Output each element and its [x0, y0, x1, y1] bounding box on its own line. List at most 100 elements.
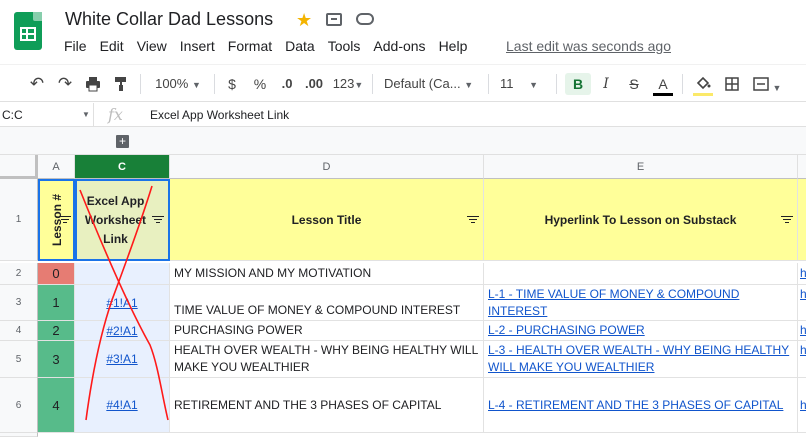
formula-input[interactable]: Excel App Worksheet Link: [150, 103, 289, 127]
select-all-corner[interactable]: [0, 155, 38, 179]
worksheet-link[interactable]: #3!A1: [106, 352, 137, 366]
filter-icon[interactable]: [781, 215, 793, 224]
header-worksheet-link[interactable]: Excel App Worksheet Link: [75, 179, 170, 261]
row-header-5[interactable]: 5: [0, 341, 38, 378]
worksheet-link-cell[interactable]: [75, 263, 170, 285]
worksheet-link-cell[interactable]: #2!A1: [75, 321, 170, 341]
menu-view[interactable]: View: [137, 38, 167, 58]
zoom-select[interactable]: 100% ▼: [148, 73, 208, 95]
cloud-status-icon[interactable]: [356, 13, 374, 25]
percent-button[interactable]: %: [250, 73, 270, 95]
overflow-link[interactable]: h: [800, 397, 806, 414]
lesson-title-cell[interactable]: MY MISSION AND MY MOTIVATION: [170, 263, 484, 285]
lesson-number-cell[interactable]: 4: [38, 378, 75, 433]
row-header-3[interactable]: 3: [0, 285, 38, 321]
column-header-d[interactable]: D: [170, 155, 484, 179]
text-color-swatch: [653, 93, 673, 96]
overflow-cell[interactable]: h: [798, 341, 806, 378]
paint-format-icon[interactable]: [110, 73, 132, 95]
substack-link[interactable]: L-4 - RETIREMENT AND THE 3 PHASES OF CAP…: [488, 397, 794, 414]
expand-group-button[interactable]: +: [116, 135, 129, 148]
lesson-title-cell[interactable]: TIME VALUE OF MONEY & COMPOUND INTEREST: [170, 285, 484, 321]
menu-data[interactable]: Data: [285, 38, 315, 58]
caret-down-icon[interactable]: ▼: [82, 103, 90, 127]
sheets-logo-icon[interactable]: [14, 12, 42, 50]
substack-link-cell[interactable]: [484, 263, 798, 285]
column-header-a[interactable]: A: [38, 155, 75, 179]
name-box[interactable]: C:C: [0, 103, 94, 127]
header-overflow-cell[interactable]: [798, 179, 806, 261]
print-icon[interactable]: [82, 73, 104, 95]
worksheet-link[interactable]: #4!A1: [106, 398, 137, 412]
menu-insert[interactable]: Insert: [180, 38, 215, 58]
star-icon[interactable]: ★: [296, 10, 312, 30]
header-lesson-title[interactable]: Lesson Title: [170, 179, 484, 261]
fill-color-icon[interactable]: [693, 73, 713, 95]
menu-file[interactable]: File: [64, 38, 87, 58]
overflow-link[interactable]: h: [800, 342, 806, 359]
substack-link-cell[interactable]: L-3 - HEALTH OVER WEALTH - WHY BEING HEA…: [484, 341, 798, 378]
column-header-e[interactable]: E: [484, 155, 798, 179]
bold-button[interactable]: B: [565, 73, 591, 95]
borders-icon[interactable]: [722, 73, 742, 95]
substack-link-cell[interactable]: L-2 - PURCHASING POWER: [484, 321, 798, 341]
overflow-link[interactable]: h: [800, 322, 806, 339]
row-header-2[interactable]: 2: [0, 263, 38, 285]
font-select[interactable]: Default (Ca... ▼: [384, 73, 480, 95]
menu-addons[interactable]: Add-ons: [373, 38, 425, 58]
lesson-title-cell[interactable]: PURCHASING POWER: [170, 321, 484, 341]
redo-icon[interactable]: ↷: [54, 73, 76, 95]
move-folder-icon[interactable]: [326, 13, 342, 26]
text-color-button[interactable]: A: [653, 73, 673, 95]
overflow-cell[interactable]: h: [798, 285, 806, 321]
row-header-7[interactable]: [0, 433, 38, 437]
substack-link-cell[interactable]: L-4 - RETIREMENT AND THE 3 PHASES OF CAP…: [484, 378, 798, 433]
menu-help[interactable]: Help: [439, 38, 468, 58]
substack-link[interactable]: L-2 - PURCHASING POWER: [488, 322, 794, 339]
undo-icon[interactable]: ↶: [26, 73, 48, 95]
more-formats-button[interactable]: 123▼: [330, 73, 366, 95]
filter-icon[interactable]: [152, 216, 164, 224]
menu-tools[interactable]: Tools: [328, 38, 361, 58]
header-lesson-number[interactable]: Lesson #: [38, 179, 75, 261]
menu-format[interactable]: Format: [228, 38, 272, 58]
overflow-cell[interactable]: h: [798, 263, 806, 285]
header-hyperlink[interactable]: Hyperlink To Lesson on Substack: [484, 179, 798, 261]
merge-cells-icon[interactable]: ▼: [750, 73, 784, 95]
document-title[interactable]: White Collar Dad Lessons: [65, 9, 273, 30]
decrease-decimal-button[interactable]: .0: [276, 73, 298, 95]
font-size-select[interactable]: 11 ▼: [500, 73, 550, 95]
lesson-number-cell[interactable]: 2: [38, 321, 75, 341]
lesson-title-cell[interactable]: RETIREMENT AND THE 3 PHASES OF CAPITAL: [170, 378, 484, 433]
overflow-cell[interactable]: h: [798, 378, 806, 433]
strikethrough-button[interactable]: S: [624, 73, 644, 95]
row-header-4[interactable]: 4: [0, 321, 38, 341]
overflow-link[interactable]: h: [800, 265, 806, 282]
lesson-title-cell[interactable]: HEALTH OVER WEALTH - WHY BEING HEALTHY W…: [170, 341, 484, 378]
row-header-1[interactable]: 1: [0, 179, 38, 261]
worksheet-link-cell[interactable]: #1!A1: [75, 285, 170, 321]
column-header-f[interactable]: [798, 155, 806, 179]
filter-icon[interactable]: [59, 216, 71, 224]
lesson-number-cell[interactable]: 1: [38, 285, 75, 321]
lesson-number-cell[interactable]: 3: [38, 341, 75, 378]
lesson-title-text: RETIREMENT AND THE 3 PHASES OF CAPITAL: [174, 398, 442, 412]
substack-link[interactable]: L-1 - TIME VALUE OF MONEY & COMPOUND INT…: [488, 286, 794, 320]
currency-button[interactable]: $: [222, 73, 242, 95]
substack-link[interactable]: L-3 - HEALTH OVER WEALTH - WHY BEING HEA…: [488, 342, 794, 376]
last-edit-link[interactable]: Last edit was seconds ago: [506, 38, 671, 54]
substack-link-cell[interactable]: L-1 - TIME VALUE OF MONEY & COMPOUND INT…: [484, 285, 798, 321]
overflow-cell[interactable]: h: [798, 321, 806, 341]
column-header-c[interactable]: C: [75, 155, 170, 179]
row-header-6[interactable]: 6: [0, 378, 38, 433]
lesson-number-cell[interactable]: 0: [38, 263, 75, 285]
overflow-link[interactable]: h: [800, 286, 806, 303]
worksheet-link-cell[interactable]: #4!A1: [75, 378, 170, 433]
worksheet-link[interactable]: #2!A1: [106, 324, 137, 338]
increase-decimal-button[interactable]: .00: [302, 73, 326, 95]
worksheet-link[interactable]: #1!A1: [106, 296, 137, 310]
italic-button[interactable]: I: [596, 73, 616, 95]
filter-icon[interactable]: [467, 215, 479, 224]
worksheet-link-cell[interactable]: #3!A1: [75, 341, 170, 378]
menu-edit[interactable]: Edit: [100, 38, 124, 58]
